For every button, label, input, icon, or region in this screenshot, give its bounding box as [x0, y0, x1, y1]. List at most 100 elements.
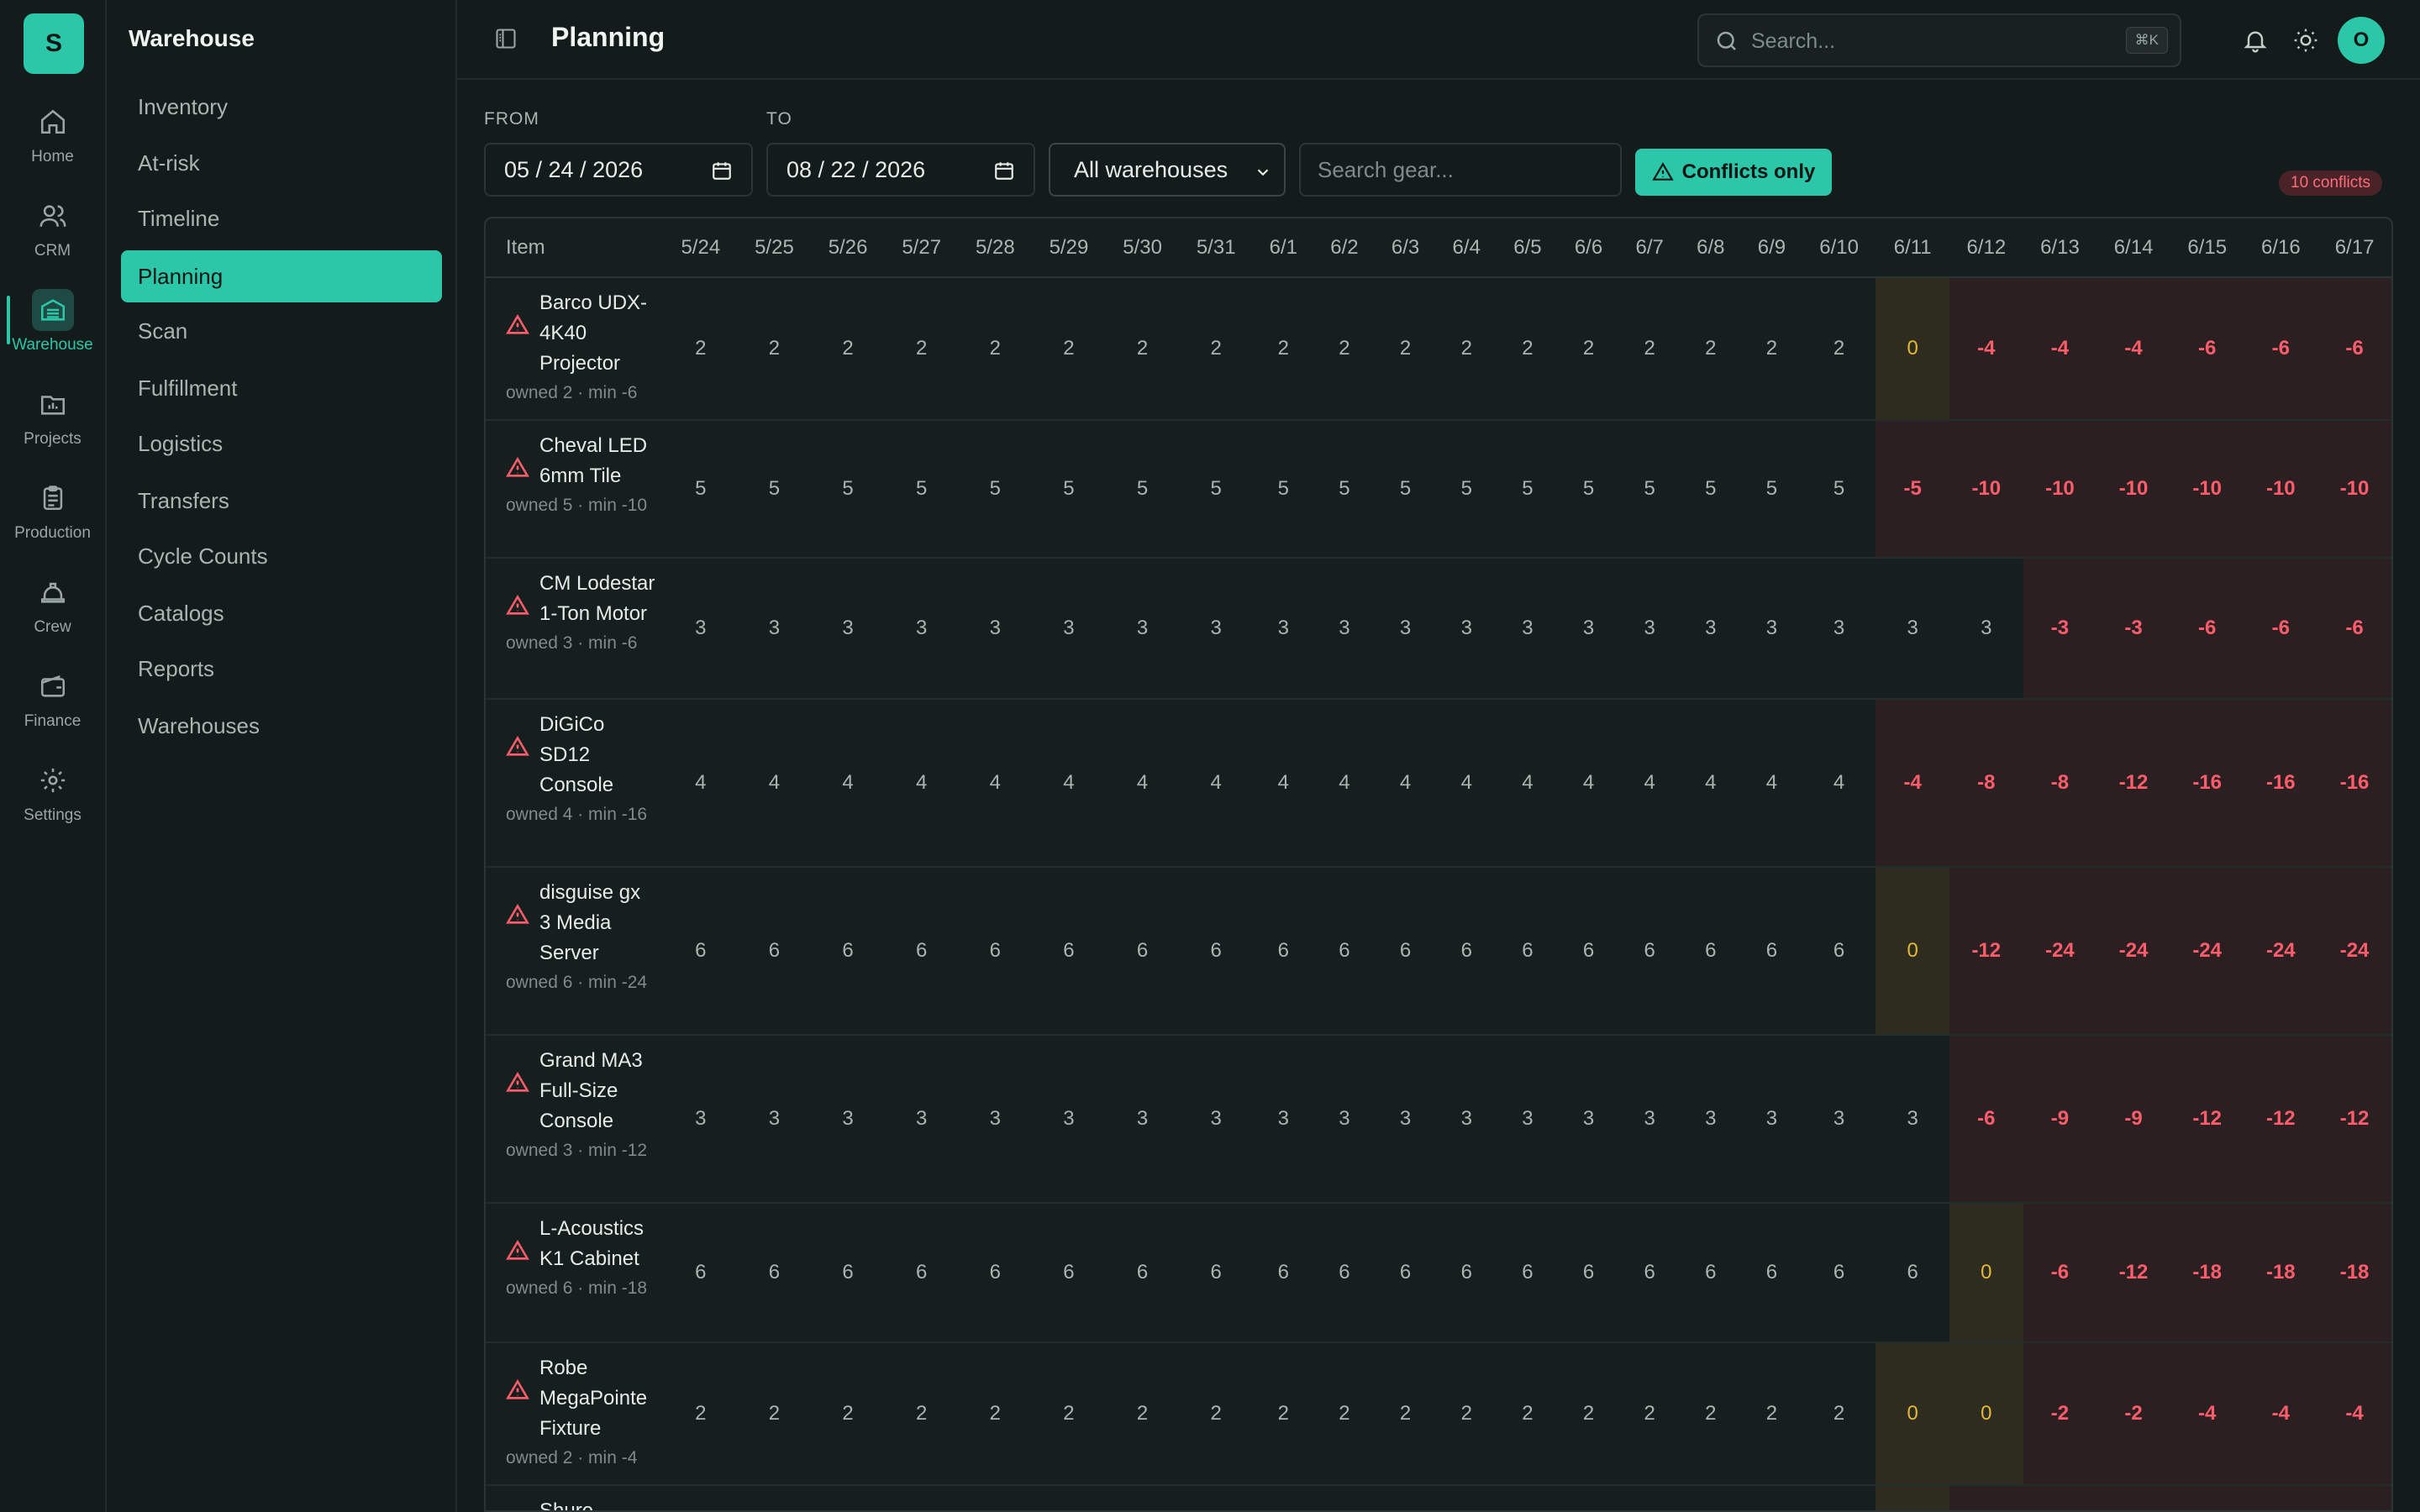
availability-cell[interactable] — [2244, 1485, 2318, 1510]
availability-cell[interactable]: 3 — [1741, 1035, 1802, 1203]
availability-cell[interactable]: -4 — [1876, 699, 1949, 867]
availability-cell[interactable]: 6 — [959, 1203, 1033, 1342]
availability-cell[interactable]: 2 — [1436, 1342, 1497, 1485]
availability-cell[interactable] — [1436, 1485, 1497, 1510]
subnav-item-timeline[interactable]: Timeline — [121, 192, 442, 244]
availability-cell[interactable]: 2 — [1741, 1342, 1802, 1485]
availability-cell[interactable]: 4 — [1802, 699, 1876, 867]
availability-cell[interactable]: 5 — [1179, 420, 1253, 558]
availability-cell[interactable]: 2 — [1032, 277, 1106, 420]
availability-cell[interactable]: 2 — [1802, 277, 1876, 420]
availability-cell[interactable]: 3 — [1106, 558, 1180, 699]
availability-cell[interactable]: 5 — [1741, 420, 1802, 558]
availability-cell[interactable]: 3 — [1558, 558, 1619, 699]
availability-cell[interactable]: -24 — [2170, 867, 2244, 1035]
availability-cell[interactable]: 0 — [1949, 1342, 2023, 1485]
availability-cell[interactable] — [1106, 1485, 1180, 1510]
availability-cell[interactable]: 4 — [811, 699, 885, 867]
availability-cell[interactable] — [1497, 1485, 1559, 1510]
table-row[interactable]: Shure — [486, 1485, 2391, 1510]
item-cell[interactable]: Barco UDX-4K40 Projector owned 2 · min -6 — [486, 277, 664, 420]
availability-cell[interactable]: 2 — [885, 277, 959, 420]
availability-cell[interactable] — [2170, 1485, 2244, 1510]
availability-cell[interactable]: 3 — [885, 1035, 959, 1203]
subnav-item-scan[interactable]: Scan — [121, 305, 442, 357]
warehouse-select[interactable]: All warehouses — [1049, 143, 1286, 197]
availability-cell[interactable]: 6 — [664, 1203, 738, 1342]
availability-cell[interactable]: -4 — [2170, 1342, 2244, 1485]
availability-cell[interactable]: 3 — [1619, 558, 1681, 699]
availability-cell[interactable]: 3 — [1619, 1035, 1681, 1203]
availability-cell[interactable]: 6 — [1314, 1203, 1376, 1342]
item-cell[interactable]: DiGiCo SD12 Console owned 4 · min -16 — [486, 699, 664, 867]
availability-cell[interactable]: 3 — [1876, 558, 1949, 699]
availability-cell[interactable]: 2 — [1741, 277, 1802, 420]
availability-cell[interactable]: 6 — [885, 867, 959, 1035]
availability-cell[interactable]: 6 — [738, 1203, 812, 1342]
availability-cell[interactable]: 4 — [1375, 699, 1436, 867]
availability-cell[interactable]: 2 — [811, 1342, 885, 1485]
availability-cell[interactable]: -4 — [2023, 277, 2097, 420]
availability-cell[interactable]: 3 — [1179, 558, 1253, 699]
availability-cell[interactable]: 4 — [1179, 699, 1253, 867]
availability-cell[interactable]: -5 — [1876, 420, 1949, 558]
availability-cell[interactable]: 5 — [811, 420, 885, 558]
availability-cell[interactable]: -16 — [2170, 699, 2244, 867]
availability-cell[interactable]: 2 — [1106, 1342, 1180, 1485]
availability-cell[interactable]: 6 — [1106, 867, 1180, 1035]
availability-cell[interactable] — [1179, 1485, 1253, 1510]
availability-cell[interactable]: -24 — [2244, 867, 2318, 1035]
availability-cell[interactable]: 3 — [885, 558, 959, 699]
availability-cell[interactable]: 3 — [738, 1035, 812, 1203]
availability-cell[interactable]: 6 — [1802, 867, 1876, 1035]
availability-cell[interactable]: -8 — [2023, 699, 2097, 867]
availability-cell[interactable]: 6 — [1876, 1203, 1949, 1342]
availability-cell[interactable]: 6 — [738, 867, 812, 1035]
availability-cell[interactable]: 6 — [1106, 1203, 1180, 1342]
subnav-item-transfers[interactable]: Transfers — [121, 475, 442, 527]
availability-cell[interactable]: 2 — [959, 1342, 1033, 1485]
availability-cell[interactable]: -24 — [2023, 867, 2097, 1035]
table-row[interactable]: disguise gx 3 Media Server owned 6 · min … — [486, 867, 2391, 1035]
availability-cell[interactable]: -6 — [2170, 277, 2244, 420]
availability-cell[interactable]: 3 — [1497, 558, 1559, 699]
availability-cell[interactable]: 2 — [811, 277, 885, 420]
item-cell[interactable]: Grand MA3 Full-Size Console owned 3 · min… — [486, 1035, 664, 1203]
rail-item-home[interactable]: Home — [0, 101, 105, 185]
availability-cell[interactable]: 2 — [1436, 277, 1497, 420]
availability-cell[interactable]: -2 — [2096, 1342, 2170, 1485]
availability-cell[interactable]: 4 — [1106, 699, 1180, 867]
availability-cell[interactable]: 0 — [1876, 277, 1949, 420]
availability-cell[interactable]: -9 — [2096, 1035, 2170, 1203]
availability-cell[interactable]: -18 — [2170, 1203, 2244, 1342]
availability-cell[interactable]: 2 — [1314, 277, 1376, 420]
from-date-input[interactable]: 05 / 24 / 2026 — [484, 143, 753, 197]
availability-cell[interactable]: 2 — [664, 277, 738, 420]
availability-cell[interactable]: 2 — [1558, 1342, 1619, 1485]
availability-cell[interactable]: 6 — [1680, 1203, 1741, 1342]
availability-cell[interactable]: -6 — [2170, 558, 2244, 699]
availability-cell[interactable]: 2 — [1497, 1342, 1559, 1485]
availability-cell[interactable]: 2 — [1619, 1342, 1681, 1485]
availability-cell[interactable]: 6 — [1497, 1203, 1559, 1342]
conflicts-only-button[interactable]: Conflicts only — [1635, 149, 1832, 196]
availability-cell[interactable]: 3 — [1253, 558, 1314, 699]
availability-cell[interactable]: -12 — [1949, 867, 2023, 1035]
availability-cell[interactable]: 5 — [1497, 420, 1559, 558]
availability-cell[interactable]: 3 — [664, 1035, 738, 1203]
subnav-item-warehouses[interactable]: Warehouses — [121, 700, 442, 752]
availability-cell[interactable] — [2023, 1485, 2097, 1510]
availability-cell[interactable]: 2 — [1314, 1342, 1376, 1485]
availability-cell[interactable]: 5 — [1253, 420, 1314, 558]
availability-cell[interactable]: 0 — [1949, 1203, 2023, 1342]
availability-cell[interactable]: 4 — [1436, 699, 1497, 867]
calendar-icon[interactable] — [993, 160, 1015, 181]
availability-cell[interactable] — [2317, 1485, 2391, 1510]
availability-cell[interactable]: 2 — [1619, 277, 1681, 420]
table-row[interactable]: Robe MegaPointe Fixture owned 2 · min -4 2… — [486, 1342, 2391, 1485]
availability-cell[interactable]: 3 — [1106, 1035, 1180, 1203]
availability-cell[interactable]: -10 — [2096, 420, 2170, 558]
availability-cell[interactable] — [1253, 1485, 1314, 1510]
availability-cell[interactable]: -24 — [2317, 867, 2391, 1035]
availability-cell[interactable]: 2 — [885, 1342, 959, 1485]
